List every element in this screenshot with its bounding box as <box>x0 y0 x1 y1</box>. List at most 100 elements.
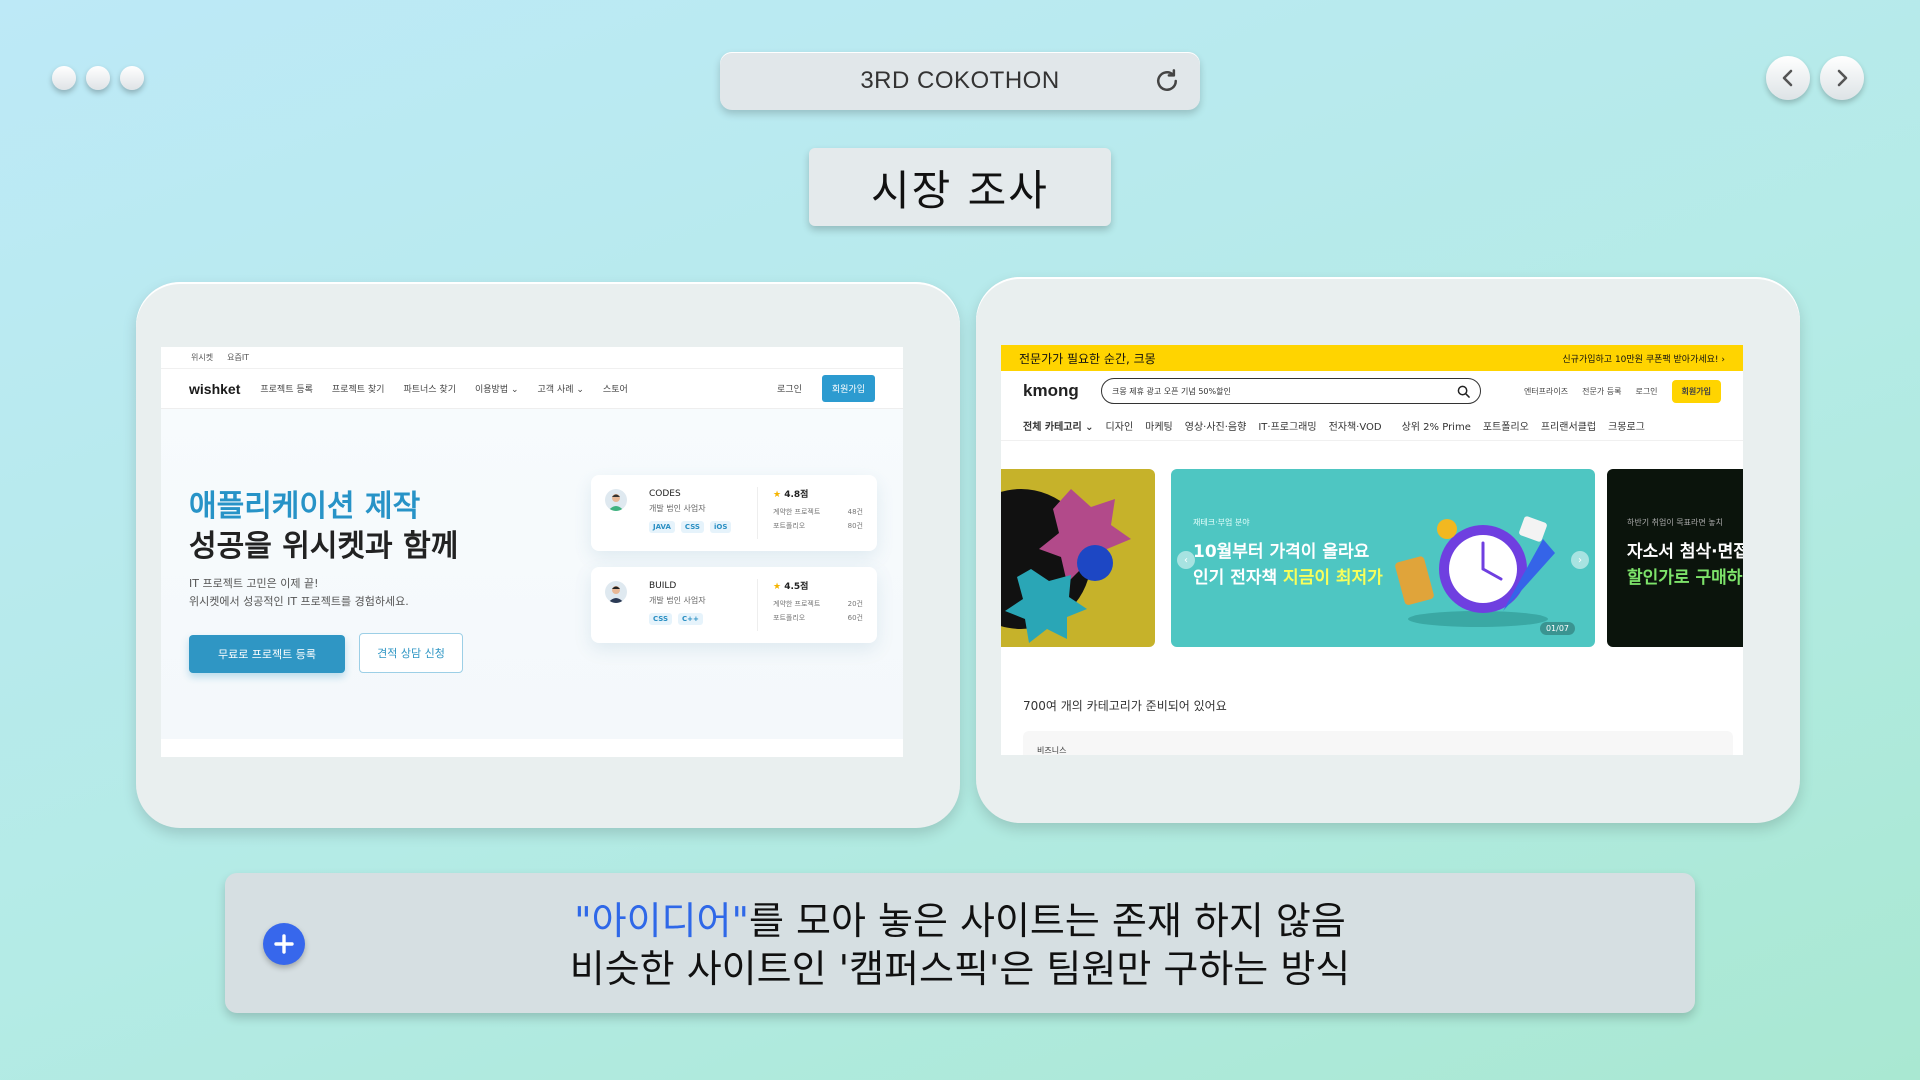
consult-button[interactable]: 견적 상담 신청 <box>359 633 463 673</box>
hero-headline-1: 애플리케이션 제작 <box>189 489 421 524</box>
category-card[interactable]: 비즈니스 <box>1023 731 1733 755</box>
portfolio-stat: 포트폴리오 80건 <box>773 521 863 531</box>
category-item[interactable]: 상위 2% Prime <box>1402 418 1471 433</box>
window-dot-icon[interactable] <box>120 66 144 90</box>
contracts-stat: 계약한 프로젝트 20건 <box>773 599 863 609</box>
category-item[interactable]: 크몽로그 <box>1608 418 1645 433</box>
carousel-slide-active[interactable]: 재테크·부업 분야 10월부터 가격이 올라요 인기 전자책 지금이 최저가 ‹… <box>1171 469 1595 647</box>
carousel-prev-button[interactable]: ‹ <box>1177 551 1195 569</box>
skill-tag: iOS <box>709 521 732 533</box>
hero-headline-2: 성공을 위시켓과 함께 <box>189 529 459 564</box>
signup-button[interactable]: 회원가입 <box>821 375 875 402</box>
kmong-header-links: 엔터프라이즈 전문가 등록 로그인 회원가입 <box>1524 379 1721 403</box>
skill-tag: CSS <box>649 613 673 625</box>
partner-meta: 개발 법인 사업자 <box>649 504 706 513</box>
hero-description: IT 프로젝트 고민은 이제 끝! 위시켓에서 성공적인 IT 프로젝트를 경험… <box>189 575 409 611</box>
stat-value: 48건 <box>847 508 863 516</box>
category-item[interactable]: 전자책·VOD <box>1329 418 1382 433</box>
register-project-button[interactable]: 무료로 프로젝트 등록 <box>189 635 345 673</box>
search-icon[interactable] <box>1457 385 1470 398</box>
carousel-counter: 01/07 <box>1539 622 1575 635</box>
search-input[interactable]: 크몽 제휴 광고 오픈 기념 50%할인 <box>1101 378 1481 404</box>
partner-rating: ★ 4.5점 <box>773 579 808 592</box>
avatar <box>605 489 627 511</box>
kmong-logo[interactable]: kmong <box>1023 381 1101 401</box>
partner-meta: 개발 법인 사업자 <box>649 596 706 605</box>
skill-tag: JAVA <box>649 521 675 533</box>
banner-promo[interactable]: 신규가입하고 10만원 쿠폰팩 받아가세요! › <box>1562 352 1725 365</box>
skill-tag: C++ <box>678 613 703 625</box>
header-link[interactable]: 로그인 <box>1635 386 1657 397</box>
note-panel: "아이디어"를 모아 놓은 사이트는 존재 하지 않음 비슷한 사이트인 '캠퍼… <box>225 873 1695 1013</box>
wishket-logo[interactable]: wishket <box>189 381 240 397</box>
menu-item[interactable]: 고객 사례 ⌄ <box>538 382 584 395</box>
wishket-topbar: 위시켓 요즘IT <box>161 347 903 369</box>
stat-label: 계약한 프로젝트 <box>773 600 821 608</box>
header-link[interactable]: 전문가 등록 <box>1582 386 1621 397</box>
wishket-hero: 애플리케이션 제작 성공을 위시켓과 함께 IT 프로젝트 고민은 이제 끝! … <box>161 409 903 739</box>
contracts-stat: 계약한 프로젝트 48건 <box>773 507 863 517</box>
menu-item[interactable]: 스토어 <box>603 382 628 395</box>
topbar-item[interactable]: 위시켓 <box>191 352 213 363</box>
carousel-slide[interactable] <box>1001 469 1155 647</box>
carousel-slide[interactable]: 하반기 취업이 목표라면 놓치 자소서 첨삭·면접 할인가로 구매하기 <box>1607 469 1743 647</box>
category-item[interactable]: 디자인 <box>1106 418 1134 433</box>
wishket-nav: wishket 프로젝트 등록 프로젝트 찾기 파트너스 찾기 이용방법 ⌄ 고… <box>161 369 903 409</box>
category-item[interactable]: IT·프로그래밍 <box>1258 418 1316 433</box>
slide-category: 재테크·부업 분야 <box>1193 518 1250 527</box>
partner-name: CODES <box>649 489 681 499</box>
note-line-2: 비슷한 사이트인 '캠퍼스픽'은 팀원만 구하는 방식 <box>569 947 1351 991</box>
back-button[interactable] <box>1766 56 1810 100</box>
join-button[interactable]: 회원가입 <box>1671 379 1721 403</box>
window-dot-icon[interactable] <box>86 66 110 90</box>
category-item[interactable]: 프리랜서클럽 <box>1541 418 1596 433</box>
topbar-item[interactable]: 요즘IT <box>227 352 249 363</box>
menu-item[interactable]: 이용방법 ⌄ <box>475 382 519 395</box>
search-placeholder: 크몽 제휴 광고 오픈 기념 50%할인 <box>1112 386 1231 396</box>
slide-illustration <box>1001 489 1131 643</box>
partner-tags: JAVA CSS iOS <box>649 521 732 533</box>
menu-item[interactable]: 파트너스 찾기 <box>403 382 456 395</box>
slide-headline: 자소서 첨삭·면접 <box>1627 542 1743 562</box>
category-item[interactable]: 전체 카테고리 ⌄ <box>1023 418 1094 433</box>
header-link[interactable]: 엔터프라이즈 <box>1524 386 1568 397</box>
divider <box>757 579 758 631</box>
carousel-next-button[interactable]: › <box>1571 551 1589 569</box>
wishket-screenshot: 위시켓 요즘IT wishket 프로젝트 등록 프로젝트 찾기 파트너스 찾기… <box>161 347 903 757</box>
wishket-menu: 프로젝트 등록 프로젝트 찾기 파트너스 찾기 이용방법 ⌄ 고객 사례 ⌄ 스… <box>260 382 627 395</box>
skill-tag: CSS <box>680 521 704 533</box>
forward-button[interactable] <box>1820 56 1864 100</box>
divider <box>757 487 758 539</box>
banner-text: 전문가가 필요한 순간, 크몽 <box>1019 351 1156 366</box>
menu-item[interactable]: 프로젝트 등록 <box>260 382 313 395</box>
category-nav: 전체 카테고리 ⌄ 디자인 마케팅 영상·사진·음향 IT·프로그래밍 전자책·… <box>1001 411 1743 441</box>
window-dot-icon[interactable] <box>52 66 76 90</box>
rating-value: 4.8점 <box>784 490 809 500</box>
category-item[interactable]: 포트폴리오 <box>1483 418 1529 433</box>
window-controls <box>52 66 144 90</box>
avatar <box>605 581 627 603</box>
address-bar[interactable]: 3RD COKOTHON <box>720 52 1200 110</box>
star-icon: ★ <box>773 582 782 592</box>
menu-item[interactable]: 프로젝트 찾기 <box>332 382 385 395</box>
page-title: 시장 조사 <box>809 148 1111 226</box>
slide-subheadline: 할인가로 구매하기 <box>1627 568 1743 588</box>
category-item[interactable]: 마케팅 <box>1145 418 1173 433</box>
slide-category: 하반기 취업이 목표라면 놓치 <box>1627 518 1723 527</box>
partner-card[interactable]: CODES 개발 법인 사업자 JAVA CSS iOS ★ 4.8점 계약한 … <box>591 475 877 551</box>
kmong-screenshot: 전문가가 필요한 순간, 크몽 신규가입하고 10만원 쿠폰팩 받아가세요! ›… <box>1001 345 1743 755</box>
kmong-header: kmong 크몽 제휴 광고 오픈 기념 50%할인 엔터프라이즈 전문가 등록… <box>1001 371 1743 411</box>
stat-value: 80건 <box>847 522 863 530</box>
category-item[interactable]: 영상·사진·음향 <box>1185 418 1247 433</box>
kmong-banner[interactable]: 전문가가 필요한 순간, 크몽 신규가입하고 10만원 쿠폰팩 받아가세요! › <box>1001 345 1743 371</box>
reload-icon[interactable] <box>1152 66 1182 96</box>
partner-card[interactable]: BUILD 개발 법인 사업자 CSS C++ ★ 4.5점 계약한 프로젝트 … <box>591 567 877 643</box>
login-link[interactable]: 로그인 <box>777 382 802 395</box>
wishket-auth: 로그인 회원가입 <box>777 375 875 402</box>
nav-buttons <box>1766 56 1864 100</box>
partner-rating: ★ 4.8점 <box>773 487 808 500</box>
promo-carousel: 재테크·부업 분야 10월부터 가격이 올라요 인기 전자책 지금이 최저가 ‹… <box>1001 469 1743 647</box>
chevron-left-icon <box>1782 69 1793 87</box>
chevron-right-icon <box>1837 69 1848 87</box>
page-title-text: 시장 조사 <box>871 165 1049 215</box>
